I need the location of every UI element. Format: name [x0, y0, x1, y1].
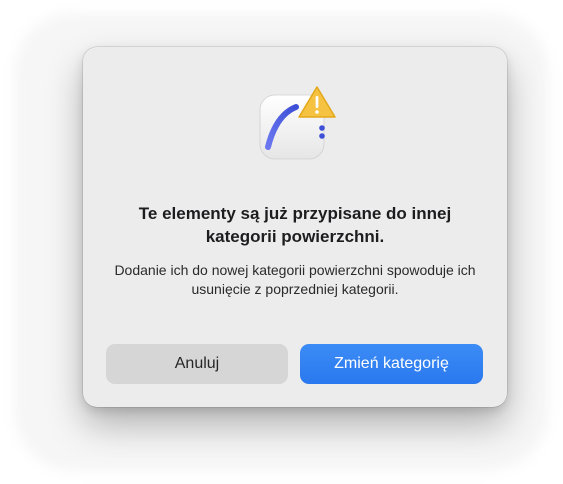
dialog-title: Te elementy są już przypisane do innej k…	[138, 204, 452, 246]
app-icon	[256, 85, 336, 165]
cancel-button[interactable]: Anuluj	[106, 344, 288, 384]
dialog-message: Dodanie ich do nowej kategorii powierzch…	[114, 262, 476, 297]
alert-dialog: Te elementy są już przypisane do innej k…	[83, 47, 507, 407]
change-category-button[interactable]: Zmień kategorię	[300, 344, 483, 384]
